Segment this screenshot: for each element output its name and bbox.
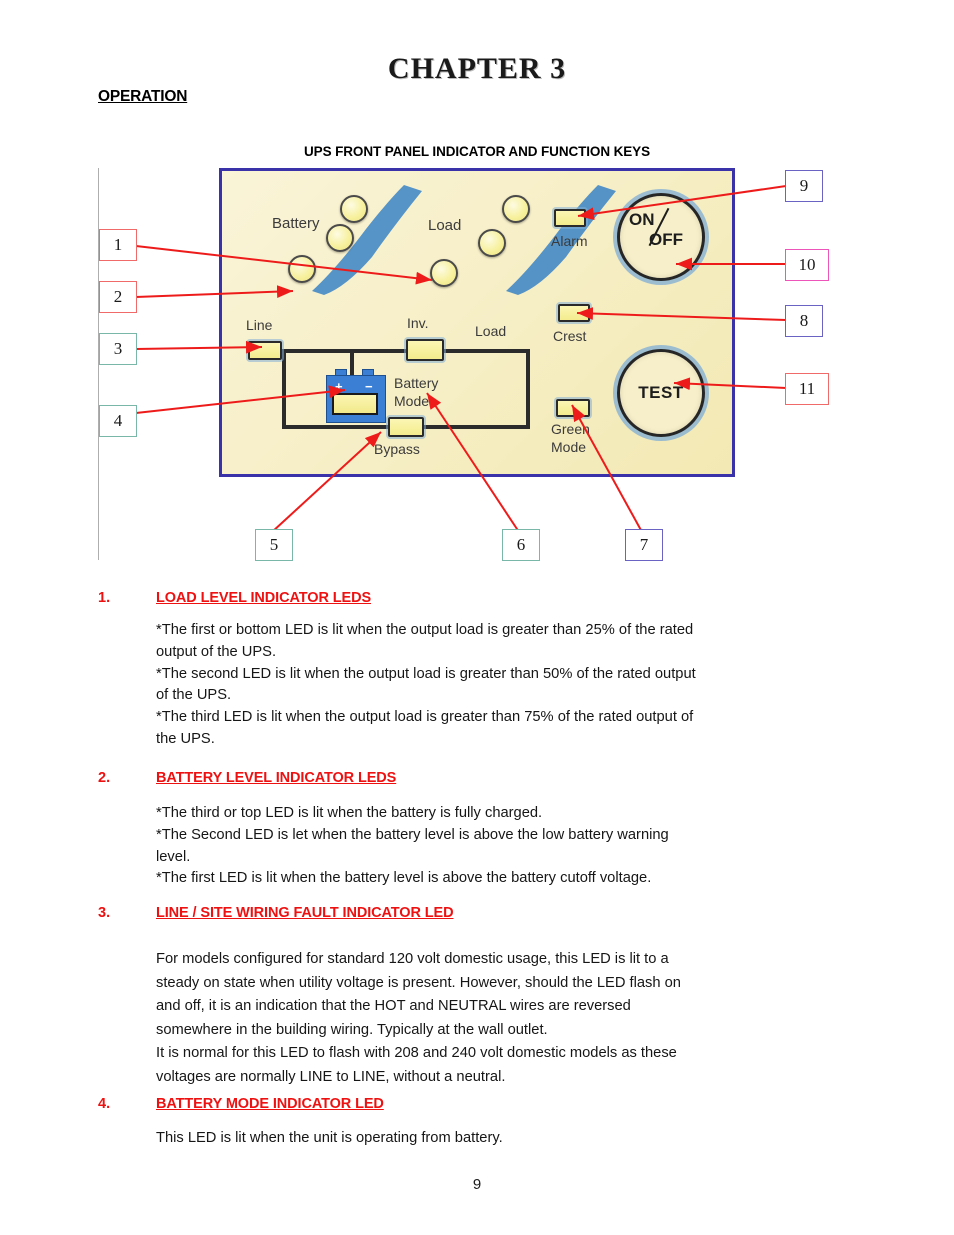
callout-10-number: 10 (798, 255, 816, 274)
section-2-body: *The third or top LED is lit when the ba… (156, 805, 669, 887)
callout-11-number: 11 (798, 379, 816, 398)
ups-panel: Battery Load Alarm Crest Green Mode ON O… (219, 168, 735, 477)
callout-4-number: 4 (113, 411, 123, 430)
off-label: OFF (649, 230, 683, 249)
callout-3-number: 3 (113, 339, 123, 358)
circuit-bypass-rail-right (424, 425, 528, 429)
load-led-middle (478, 229, 506, 257)
circuit-main-bus-right (444, 349, 530, 353)
section-2-title: BATTERY LEVEL INDICATOR LEDS (156, 770, 397, 786)
callout-10: 10 (785, 249, 829, 281)
on-off-button-label: ON OFF (620, 196, 702, 278)
callout-6-number: 6 (516, 535, 526, 554)
load-swoosh-arc (506, 185, 616, 295)
section-4-body: This LED is lit when the unit is operati… (156, 1130, 503, 1146)
test-button[interactable]: TEST (617, 349, 705, 437)
battery-mode-led (332, 393, 378, 415)
battery-led-top (340, 195, 368, 223)
battery-mode-label-line1: Battery (394, 375, 439, 391)
figure-caption: UPS FRONT PANEL INDICATOR AND FUNCTION K… (304, 144, 650, 159)
callout-5-number: 5 (269, 535, 279, 554)
operation-heading: OPERATION (98, 88, 188, 105)
on-label: ON (629, 210, 655, 229)
line-led (248, 341, 282, 360)
ups-front-panel-figure: Battery Load Alarm Crest Green Mode ON O… (0, 0, 954, 580)
callout-9: 9 (785, 170, 823, 202)
load-label: Load (428, 217, 462, 234)
green-mode-label-line2: Mode (551, 439, 587, 455)
bypass-led (388, 417, 424, 437)
bypass-label: Bypass (374, 441, 420, 457)
section-4-title: BATTERY MODE INDICATOR LED (156, 1096, 384, 1112)
battery-plus-sign: + (335, 379, 343, 394)
section-3-body: For models configured for standard 120 v… (156, 951, 681, 1085)
callout-1-number: 1 (113, 235, 123, 254)
callout-1: 1 (99, 229, 137, 261)
callout-3: 3 (99, 333, 137, 365)
on-off-button[interactable]: ON OFF (617, 193, 705, 281)
battery-mode-icon: + − (326, 375, 386, 423)
battery-mode-label-line2: Mode (394, 393, 430, 409)
callout-11: 11 (785, 373, 829, 405)
callout-7: 7 (625, 529, 663, 561)
callout-4: 4 (99, 405, 137, 437)
section-3-number: 3. (98, 905, 111, 921)
circuit-left-drop (282, 351, 286, 429)
section-4-number: 4. (98, 1096, 111, 1112)
circuit-right-drop (526, 351, 530, 429)
callout-9-number: 9 (799, 176, 809, 195)
circuit-battery-tap (350, 351, 354, 377)
section-1-body: *The first or bottom LED is lit when the… (156, 622, 696, 747)
inverter-label: Inv. (407, 315, 429, 331)
slash-divider (648, 207, 670, 247)
battery-minus-sign: − (365, 379, 373, 394)
inverter-led (406, 339, 444, 361)
line-label: Line (246, 317, 273, 333)
section-3-title: LINE / SITE WIRING FAULT INDICATOR LED (156, 905, 454, 921)
green-mode-label-line1: Green (551, 421, 590, 437)
load-circuit-label: Load (475, 323, 507, 339)
circuit-main-bus-left (282, 349, 406, 353)
callout-8: 8 (785, 305, 823, 337)
crest-label: Crest (553, 328, 587, 344)
battery-terminal-negative (362, 369, 374, 377)
crest-led (558, 304, 590, 322)
battery-led-middle (326, 224, 354, 252)
left-margin-rule (98, 168, 99, 560)
callout-5: 5 (255, 529, 293, 561)
alarm-label: Alarm (551, 233, 588, 249)
green-mode-led (556, 399, 590, 417)
callout-leader-lines (135, 185, 787, 533)
test-button-label: TEST (638, 383, 684, 402)
battery-swoosh-arc (312, 185, 422, 295)
callout-7-number: 7 (639, 535, 649, 554)
load-led-top (502, 195, 530, 223)
battery-terminal-positive (335, 369, 347, 377)
section-1-number: 1. (98, 590, 111, 606)
callout-2: 2 (99, 281, 137, 313)
circuit-bypass-rail-left (284, 425, 388, 429)
section-1-title: LOAD LEVEL INDICATOR LEDS (156, 590, 372, 606)
callout-2-number: 2 (113, 287, 123, 306)
panel-background: Battery Load Alarm Crest Green Mode ON O… (222, 171, 732, 474)
page-number: 9 (472, 1176, 482, 1193)
battery-led-bottom (288, 255, 316, 283)
chapter-title: CHAPTER 3 (387, 52, 567, 85)
alarm-led (554, 209, 586, 227)
section-2-number: 2. (98, 770, 111, 786)
battery-label: Battery (272, 215, 320, 232)
callout-8-number: 8 (799, 311, 809, 330)
load-led-bottom (430, 259, 458, 287)
callout-6: 6 (502, 529, 540, 561)
